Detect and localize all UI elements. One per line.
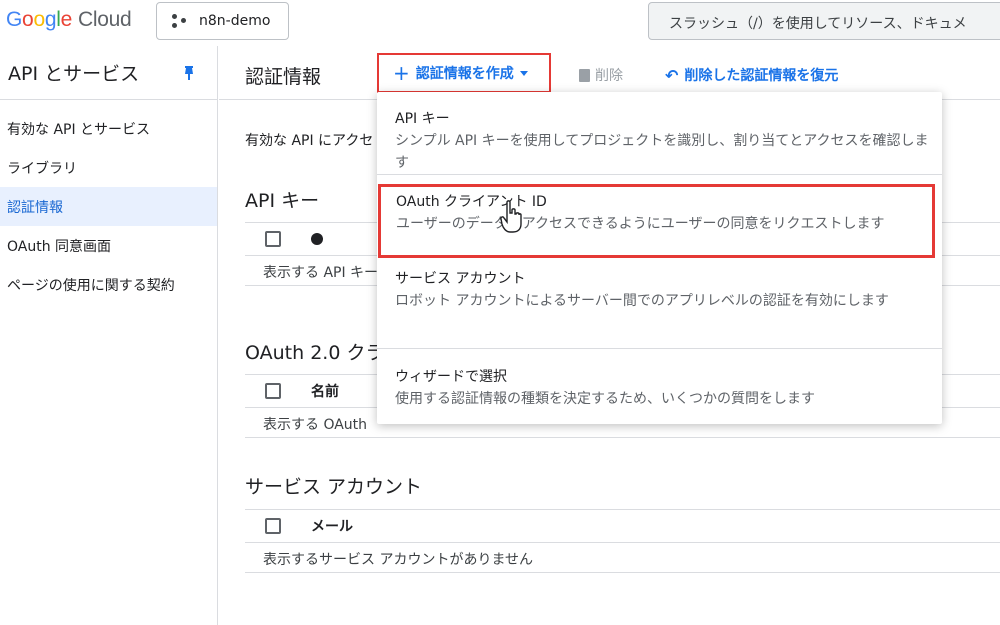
column-header-name[interactable]: 名前 [311, 381, 339, 401]
menu-item-description: シンプル API キーを使用してプロジェクトを識別し、割り当てとアクセスを確認し… [395, 133, 929, 171]
page-title: 認証情報 [245, 66, 322, 88]
trash-icon [579, 68, 590, 82]
google-cloud-logo[interactable]: Google Cloud [6, 8, 132, 32]
menu-item-api-key[interactable]: API キー シンプル API キーを使用してプロジェクトを識別し、割り当てとア… [377, 108, 942, 174]
select-all-checkbox[interactable] [265, 518, 281, 534]
caret-down-icon [519, 70, 528, 76]
menu-item-description: ユーザーのデータにアクセスできるようにユーザーの同意をリクエストします [396, 216, 885, 232]
status-dot-icon [311, 233, 323, 245]
project-name: n8n-demo [199, 13, 271, 29]
menu-item-title: サービス アカウント [395, 271, 526, 287]
service-accounts-title: サービス アカウント [245, 476, 423, 498]
sidebar-title: API とサービス [8, 63, 140, 85]
sidebar-item-page-usage-agreements[interactable]: ページの使用に関する契約 [0, 265, 217, 304]
service-accounts-empty-row: 表示するサービス アカウントがありません [245, 543, 1000, 573]
pin-icon[interactable] [183, 66, 195, 80]
plus-icon: + [393, 61, 410, 85]
undo-icon: ↶ [665, 65, 679, 85]
menu-item-wizard[interactable]: ウィザードで選択 使用する認証情報の種類を決定するため、いくつかの質問をします [377, 366, 942, 410]
top-bar: Google Cloud n8n-demo スラッシュ（/）を使用してリソース、ド… [0, 0, 1000, 46]
sidebar-item-enabled-apis[interactable]: 有効な API とサービス [0, 109, 217, 148]
sidebar-item-credentials[interactable]: 認証情報 [0, 187, 217, 226]
sidebar-item-library[interactable]: ライブラリ [0, 148, 217, 187]
select-all-checkbox[interactable] [265, 383, 281, 399]
service-accounts-table-header: メール [245, 509, 1000, 543]
delete-button[interactable]: 削除 [579, 65, 623, 85]
menu-divider [377, 348, 942, 349]
menu-item-oauth-client-id[interactable]: OAuth クライアント ID ユーザーのデータにアクセスできるようにユーザーの… [378, 184, 935, 258]
project-icon [171, 12, 189, 30]
intro-text: 有効な API にアクセ [245, 133, 374, 149]
menu-divider [377, 174, 942, 175]
select-all-checkbox[interactable] [265, 231, 281, 247]
column-header-mail[interactable]: メール [311, 516, 353, 536]
sidebar-header: API とサービス [0, 46, 217, 100]
menu-item-title: OAuth クライアント ID [396, 194, 547, 210]
search-input[interactable]: スラッシュ（/）を使用してリソース、ドキュメ [648, 2, 1000, 40]
menu-item-title: API キー [395, 111, 450, 127]
api-keys-title: API キー [245, 190, 320, 212]
sidebar-item-oauth-consent[interactable]: OAuth 同意画面 [0, 226, 217, 265]
menu-item-description: ロボット アカウントによるサーバー間でのアプリレベルの認証を有効にします [395, 293, 889, 309]
create-credentials-menu: API キー シンプル API キーを使用してプロジェクトを識別し、割り当てとア… [377, 92, 942, 424]
hand-cursor-icon [500, 200, 522, 233]
restore-deleted-credentials-button[interactable]: ↶ 削除した認証情報を復元 [665, 65, 838, 85]
menu-item-description: 使用する認証情報の種類を決定するため、いくつかの質問をします [395, 391, 815, 407]
sidebar: API とサービス 有効な API とサービス ライブラリ 認証情報 OAuth… [0, 46, 218, 625]
project-selector-button[interactable]: n8n-demo [156, 2, 289, 40]
menu-item-title: ウィザードで選択 [395, 369, 507, 385]
create-credentials-button[interactable]: + 認証情報を作成 [377, 53, 551, 93]
oauth-title: OAuth 2.0 クラ [245, 342, 385, 364]
menu-item-service-account[interactable]: サービス アカウント ロボット アカウントによるサーバー間でのアプリレベルの認証… [377, 268, 942, 312]
